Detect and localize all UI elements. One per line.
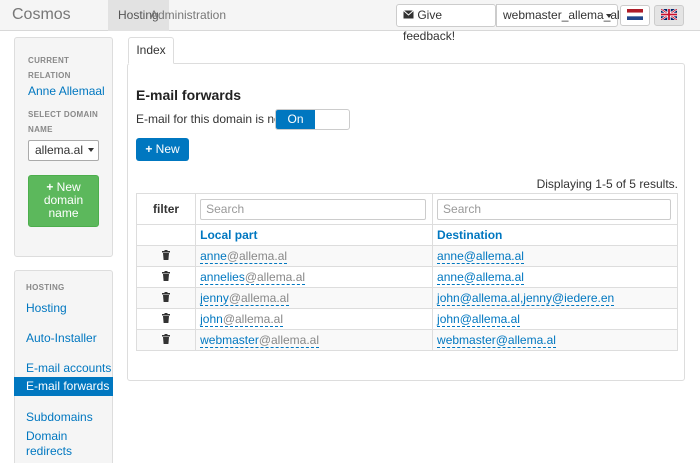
sidebar-item-email-accounts[interactable]: E-mail accounts bbox=[26, 361, 111, 376]
tab-index[interactable]: Index bbox=[128, 37, 174, 64]
caret-down-icon bbox=[606, 14, 612, 18]
toggle-on-label: On bbox=[276, 110, 315, 129]
sidebar-item-hosting[interactable]: Hosting bbox=[26, 301, 67, 316]
column-header-destination[interactable]: Destination bbox=[432, 224, 678, 246]
sidebar-item-auto-installer[interactable]: Auto-Installer bbox=[26, 331, 97, 346]
flag-nl-icon bbox=[627, 8, 643, 23]
email-status-label: E-mail for this domain is now: bbox=[136, 112, 293, 126]
trash-icon[interactable] bbox=[162, 333, 171, 347]
sidebar-item-email-forwards[interactable]: E-mail forwards bbox=[14, 377, 113, 396]
local-part-value[interactable]: webmaster@allema.al bbox=[200, 333, 320, 348]
forwards-table: filter Local part Destination anne@allem… bbox=[135, 193, 678, 351]
sidebar-item-domain-redirects[interactable]: Domain redirects bbox=[26, 429, 96, 459]
user-label: webmaster_allema_al bbox=[503, 8, 620, 22]
new-button-label: New bbox=[155, 142, 180, 156]
destination-search-input[interactable] bbox=[437, 198, 672, 220]
table-row: annelies@allema.al anne@allema.al bbox=[135, 266, 678, 288]
table-row: john@allema.al john@allema.al bbox=[135, 308, 678, 330]
hosting-caption: HOSTING bbox=[26, 283, 65, 292]
local-part-value[interactable]: anne@allema.al bbox=[200, 249, 288, 264]
sidebar-item-subdomains[interactable]: Subdomains bbox=[26, 410, 93, 425]
nav-tab-administration[interactable]: Administration bbox=[140, 0, 236, 31]
filter-label: filter bbox=[135, 193, 197, 225]
email-toggle[interactable]: On bbox=[275, 109, 350, 130]
results-summary: Displaying 1-5 of 5 results. bbox=[536, 177, 678, 191]
local-part-value[interactable]: annelies@allema.al bbox=[200, 270, 306, 285]
language-nl-button[interactable] bbox=[620, 5, 650, 26]
destination-value[interactable]: webmaster@allema.al bbox=[437, 333, 556, 348]
select-arrow-icon bbox=[88, 148, 94, 152]
local-part-value[interactable]: jenny@allema.al bbox=[200, 291, 290, 306]
table-row: webmaster@allema.al webmaster@allema.al bbox=[135, 329, 678, 351]
page-title: E-mail forwards bbox=[136, 87, 242, 103]
table-header-row: Local part Destination bbox=[135, 224, 678, 246]
envelope-icon bbox=[403, 5, 414, 26]
flag-uk-icon bbox=[660, 7, 678, 23]
trash-icon[interactable] bbox=[162, 312, 171, 326]
destination-value[interactable]: john@allema.al,jenny@iedere.en bbox=[437, 291, 615, 306]
destination-value[interactable]: anne@allema.al bbox=[437, 249, 524, 264]
user-dropdown[interactable]: webmaster_allema_al bbox=[496, 4, 620, 27]
column-header-local-part[interactable]: Local part bbox=[195, 224, 434, 246]
destination-value[interactable]: john@allema.al bbox=[437, 312, 520, 327]
select-domain-caption: SELECT DOMAIN NAME bbox=[28, 110, 99, 134]
destination-value[interactable]: anne@allema.al bbox=[437, 270, 524, 285]
filter-row: filter bbox=[135, 193, 678, 225]
new-domain-button[interactable]: + New domain name bbox=[28, 175, 99, 227]
new-forward-button[interactable]: + New bbox=[136, 138, 189, 161]
plus-icon: + bbox=[46, 180, 54, 194]
trash-icon[interactable] bbox=[162, 270, 171, 284]
current-relation-caption: CURRENT RELATION bbox=[28, 56, 71, 80]
trash-icon[interactable] bbox=[162, 291, 171, 305]
local-part-search-input[interactable] bbox=[200, 198, 427, 220]
current-relation-link[interactable]: Anne Allemaal bbox=[28, 84, 105, 99]
local-part-value[interactable]: john@allema.al bbox=[200, 312, 284, 327]
feedback-button[interactable]: Give feedback! bbox=[396, 4, 496, 43]
plus-icon: + bbox=[145, 142, 153, 156]
top-navbar: Cosmos Hosting Administration Give feedb… bbox=[0, 0, 700, 43]
brand-logo[interactable]: Cosmos bbox=[12, 6, 71, 24]
language-uk-button[interactable] bbox=[654, 5, 684, 26]
selected-domain: allema.al bbox=[35, 143, 84, 157]
trash-icon[interactable] bbox=[162, 249, 171, 263]
table-row: anne@allema.al anne@allema.al bbox=[135, 245, 678, 267]
table-row: jenny@allema.al john@allema.al,jenny@ied… bbox=[135, 287, 678, 309]
domain-select[interactable]: allema.al bbox=[28, 140, 99, 161]
